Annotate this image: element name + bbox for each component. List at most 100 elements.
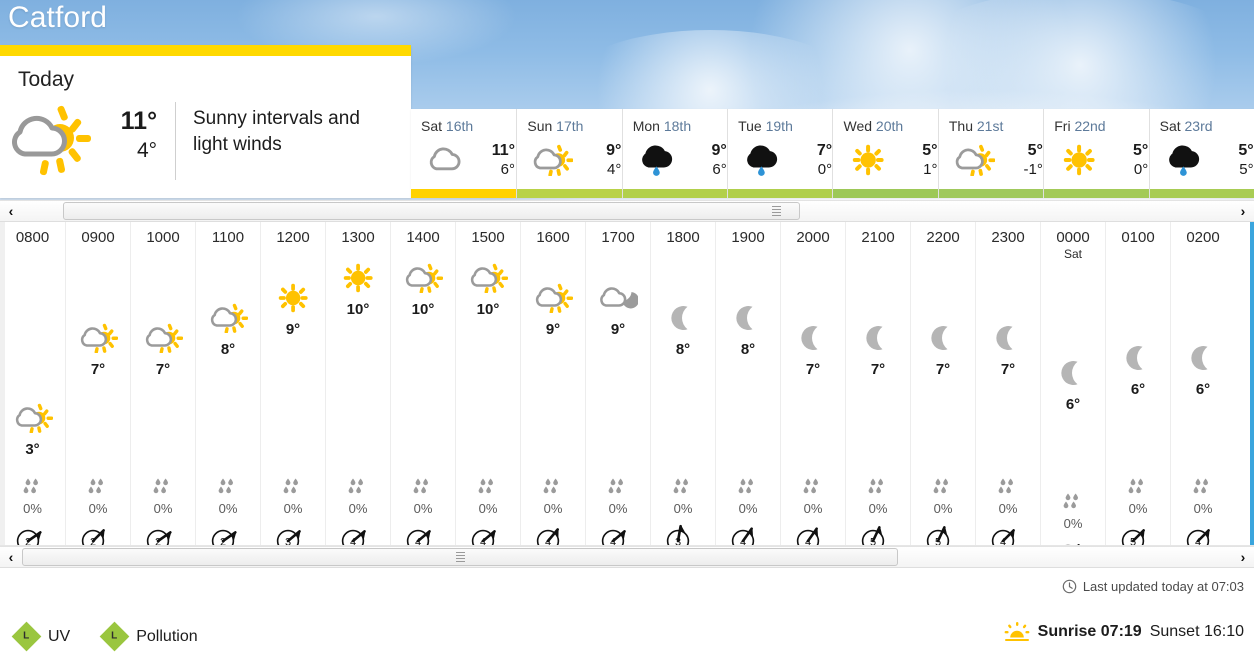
hour-column[interactable]: 2300 7° 0% 4 xyxy=(975,222,1040,546)
hour-temperature-graph: 6° xyxy=(1041,262,1105,490)
scroll-right-icon[interactable]: › xyxy=(1232,201,1254,221)
rain-drops-icon xyxy=(737,478,759,499)
scroll-right-icon[interactable]: › xyxy=(1232,547,1254,567)
day-temperatures: 9° 6° xyxy=(689,141,726,179)
precipitation-value: 0% xyxy=(1193,501,1213,516)
hour-column[interactable]: 0100 6° 0% 5 xyxy=(1105,222,1170,546)
hour-column[interactable]: 1200 9° 0% 3 xyxy=(260,222,325,546)
rain-drops-icon xyxy=(1127,478,1149,499)
hour-time: 1600 xyxy=(536,229,570,246)
last-updated-text: Last updated today at 07:03 xyxy=(1082,579,1244,594)
hour-wind: 2 xyxy=(66,518,130,546)
hourly-scroll-thumb[interactable] xyxy=(22,548,898,566)
wind-direction-icon: 4 xyxy=(598,524,638,546)
hour-column[interactable]: 1600 9° 0% 4 xyxy=(520,222,585,546)
day-date: 19th xyxy=(765,118,793,134)
hour-wind: 4 xyxy=(1171,518,1235,546)
hourly-scroll-track[interactable] xyxy=(22,546,1232,568)
today-accent-bar xyxy=(0,45,411,56)
sun-times: Sunrise 07:19 Sunset 16:10 xyxy=(1004,622,1244,642)
hour-column[interactable]: 1100 8° 0% 2 xyxy=(195,222,260,546)
hour-column[interactable]: 1900 8° 0% 4 xyxy=(715,222,780,546)
hour-wind: 4 xyxy=(716,518,780,546)
day-tab[interactable]: Mon 18th 9° 6° xyxy=(621,109,728,198)
hour-time: 2100 xyxy=(861,229,895,246)
hour-wind: 5 xyxy=(1106,518,1170,546)
hour-precipitation: 0% xyxy=(1041,490,1105,533)
hourly-forecast-strip[interactable]: 0800 3° 0% 2 0900 7° 0% 2 1000 7° 0% 2 1… xyxy=(0,222,1254,546)
today-summary-card[interactable]: Today 11° 4° Sunny intervals and light w… xyxy=(0,45,411,198)
hour-wind: 4 xyxy=(391,518,455,546)
hour-column[interactable]: 1500 10° 0% 4 xyxy=(455,222,520,546)
hour-column[interactable]: 1000 7° 0% 2 xyxy=(130,222,195,546)
day-low: 4° xyxy=(607,161,622,178)
scroll-left-icon[interactable]: ‹ xyxy=(0,547,22,567)
precipitation-value: 0% xyxy=(1063,516,1083,531)
day-high: 5° xyxy=(1238,142,1254,159)
scroll-left-icon[interactable]: ‹ xyxy=(0,201,22,221)
day-tab[interactable]: Fri 22nd 5° 0° xyxy=(1043,109,1149,198)
day-tab[interactable]: Wed 20th 5° 1° xyxy=(832,109,938,198)
hour-column[interactable]: 0200 6° 0% 4 xyxy=(1170,222,1235,546)
pollution-index[interactable]: L Pollution xyxy=(99,621,198,652)
clear-night-icon xyxy=(976,317,1040,359)
day-tab-label: Wed 20th xyxy=(833,117,937,135)
hour-column[interactable]: 1800 8° 0% 3 xyxy=(650,222,715,546)
day-accent-bar xyxy=(517,189,622,198)
uv-index[interactable]: L UV xyxy=(11,621,71,652)
hourly-scrollbar[interactable]: ‹ › xyxy=(0,546,1254,568)
day-tab[interactable]: Tue 19th 7° 0° xyxy=(727,109,833,198)
precipitation-value: 0% xyxy=(998,501,1018,516)
precipitation-value: 0% xyxy=(543,501,563,516)
daily-scrollbar[interactable]: ‹ › xyxy=(0,200,1254,222)
day-weekday: Fri xyxy=(1054,118,1071,134)
hour-column[interactable]: 0900 7° 0% 2 xyxy=(65,222,130,546)
precipitation-value: 0% xyxy=(738,501,758,516)
hour-column[interactable]: 1700 9° 0% 4 xyxy=(585,222,650,546)
day-weekday: Wed xyxy=(843,118,873,134)
wind-direction-icon: 4 xyxy=(1183,524,1223,546)
sunny-intervals-icon xyxy=(0,397,65,439)
hour-time: 1400 xyxy=(406,229,440,246)
day-low: -1° xyxy=(1023,161,1043,178)
hour-precipitation: 0% xyxy=(521,475,585,518)
day-date: 18th xyxy=(663,118,692,134)
hour-column[interactable]: 1400 10° 0% 4 xyxy=(390,222,455,546)
indices: L UV L Pollution xyxy=(11,621,198,652)
day-tab[interactable]: Sat 23rd 5° 5° xyxy=(1148,109,1254,198)
day-date: 22nd xyxy=(1074,118,1106,134)
day-tab[interactable]: Sun 17th 9° 4° xyxy=(516,109,622,198)
hour-wind: 4 xyxy=(521,518,585,546)
hour-column[interactable]: 2100 7° 0% 5 xyxy=(845,222,910,546)
hour-column[interactable]: 2000 7° 0% 4 xyxy=(780,222,845,546)
hour-temperature-graph: 10° xyxy=(391,247,455,475)
hour-column[interactable]: 1300 10° 0% 4 xyxy=(325,222,390,546)
day-high: 11° xyxy=(491,142,515,159)
rain-drops-icon xyxy=(542,478,564,499)
hour-column[interactable]: 0000Sat6° 0% 4 xyxy=(1040,222,1105,546)
day-tab-label: Sun 17th xyxy=(517,117,621,135)
light-rain-icon xyxy=(732,144,794,176)
sunny-icon xyxy=(326,257,390,299)
precipitation-value: 0% xyxy=(803,501,823,516)
daily-forecast-strip[interactable]: Sat 16th 11° 6° Sun 17th 9° 4° Mon 18th 9° 6° T… xyxy=(411,109,1254,198)
hour-column[interactable]: 0800 3° 0% 2 xyxy=(0,222,65,546)
uv-label: UV xyxy=(48,627,71,645)
day-tab[interactable]: Sat 16th 11° 6° xyxy=(411,109,517,198)
hour-wind: 4 xyxy=(976,518,1040,546)
clear-night-icon xyxy=(1171,337,1235,379)
hour-temperature-graph: 7° xyxy=(846,247,910,475)
hour-time: 1800 xyxy=(666,229,700,246)
hour-temperature-graph: 8° xyxy=(651,247,715,475)
day-tab[interactable]: Thu 21st 5° -1° xyxy=(937,109,1044,198)
hour-time: 1700 xyxy=(601,229,635,246)
day-low: 0° xyxy=(1133,161,1149,178)
light-rain-icon xyxy=(627,144,689,176)
daily-scroll-track[interactable] xyxy=(22,200,1232,222)
hour-column[interactable]: 2200 7° 0% 5 xyxy=(910,222,975,546)
hour-temperature-graph: 9° xyxy=(586,247,650,475)
day-low: 0° xyxy=(817,161,833,178)
wind-direction-icon: 2 xyxy=(143,524,183,546)
hour-temperature: 8° xyxy=(740,341,756,358)
daily-scroll-thumb[interactable] xyxy=(63,202,800,220)
